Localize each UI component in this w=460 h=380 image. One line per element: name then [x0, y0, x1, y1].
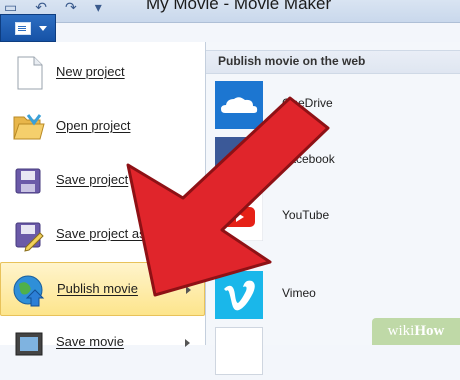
youtube-icon [215, 193, 263, 241]
menu-item-publish-movie[interactable]: Publish movie [0, 262, 205, 316]
menu-item-label: Publish movie [57, 281, 138, 296]
watermark-suffix: How [414, 323, 445, 339]
menu-item-label: Save project as [56, 226, 146, 241]
menu-item-label: Open project [56, 118, 131, 133]
chevron-right-icon [185, 339, 190, 347]
globe-icon [13, 275, 45, 307]
service-youtube[interactable]: YouTube [206, 190, 460, 246]
film-icon [15, 332, 43, 356]
redo-icon[interactable]: ↷ [65, 0, 77, 14]
menu-item-save-movie[interactable]: Save movie [0, 316, 205, 370]
file-menu: New project Open project Save project Sa… [0, 42, 206, 356]
publish-panel: Publish movie on the web OneDrive Facebo… [206, 42, 460, 375]
service-facebook[interactable]: Facebook [206, 134, 460, 190]
vimeo-icon [215, 271, 263, 319]
save-as-icon [15, 222, 44, 252]
menu-item-open-project[interactable]: Open project [0, 100, 205, 154]
chevron-down-icon [39, 26, 47, 31]
quick-access-toolbar: ▭ ↶ ↷ ▾ [0, 0, 102, 14]
service-name: Vimeo [282, 286, 316, 300]
file-menu-button[interactable] [0, 14, 56, 42]
menu-item-save-project[interactable]: Save project [0, 154, 205, 208]
undo-icon[interactable]: ↶ [35, 0, 47, 14]
cloud-icon [215, 81, 263, 129]
service-name: YouTube [282, 208, 330, 222]
menu-item-label: Save movie [56, 334, 124, 349]
chevron-right-icon [186, 286, 191, 294]
menu-item-new-project[interactable]: New project [0, 46, 205, 100]
service-name: Facebook [282, 152, 335, 166]
menu-item-save-project-as[interactable]: Save project as [0, 208, 205, 262]
window-title: My Movie - Movie Maker [146, 0, 332, 13]
watermark-prefix: wiki [387, 323, 415, 339]
document-icon [15, 22, 31, 35]
panel-header: Publish movie on the web [206, 50, 460, 74]
blank-tile-icon [215, 327, 263, 375]
service-name: OneDrive [282, 96, 333, 110]
menu-item-label: New project [56, 64, 125, 79]
service-onedrive[interactable]: OneDrive [206, 78, 460, 134]
save-quick-icon[interactable]: ▭ [4, 0, 17, 14]
open-folder-icon [13, 114, 45, 140]
save-disk-icon [15, 168, 41, 194]
service-vimeo[interactable]: Vimeo [206, 268, 460, 324]
menu-item-label: Save project [56, 172, 129, 187]
new-document-icon [17, 56, 43, 90]
customize-dropdown-icon[interactable]: ▾ [95, 0, 102, 14]
title-bar: ▭ ↶ ↷ ▾ My Movie - Movie Maker [0, 0, 460, 23]
panel-title: Publish movie on the web [218, 54, 366, 68]
facebook-icon [215, 137, 263, 185]
wikihow-watermark: wiki How [372, 318, 460, 345]
